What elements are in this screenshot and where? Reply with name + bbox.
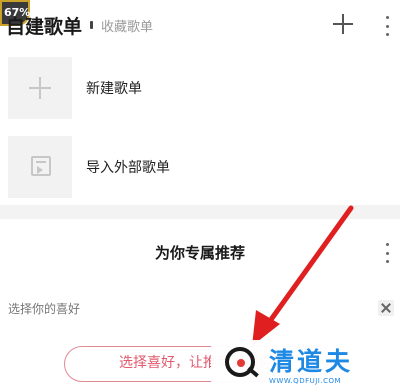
watermark-url: WWW.QDFUJI.COM — [269, 377, 342, 385]
tab-collected-playlists[interactable]: 收藏歌单 — [101, 16, 153, 35]
import-icon — [8, 136, 72, 198]
recommend-title: 为你专属推荐 — [154, 244, 245, 262]
section-divider — [0, 205, 400, 219]
import-playlist-row[interactable]: 导入外部歌单 — [8, 136, 388, 198]
tab-created-playlists[interactable]: 自建歌单 — [6, 12, 82, 39]
watermark: 清道夫 WWW.QDFUJI.COM — [211, 340, 400, 391]
plus-icon — [8, 57, 72, 119]
new-playlist-row[interactable]: 新建歌单 — [8, 57, 388, 119]
playlist-tabs: 自建歌单 收藏歌单 — [0, 10, 153, 40]
close-icon[interactable] — [378, 300, 394, 316]
add-playlist-icon[interactable] — [333, 14, 353, 34]
watermark-text: 清道夫 — [269, 347, 354, 376]
import-playlist-label: 导入外部歌单 — [86, 160, 170, 176]
tab-indicator — [90, 21, 94, 29]
preference-label: 选择你的喜好 — [8, 302, 81, 316]
new-playlist-label: 新建歌单 — [86, 81, 142, 97]
recommend-more-icon[interactable] — [386, 243, 390, 263]
more-vertical-icon[interactable] — [386, 16, 390, 36]
